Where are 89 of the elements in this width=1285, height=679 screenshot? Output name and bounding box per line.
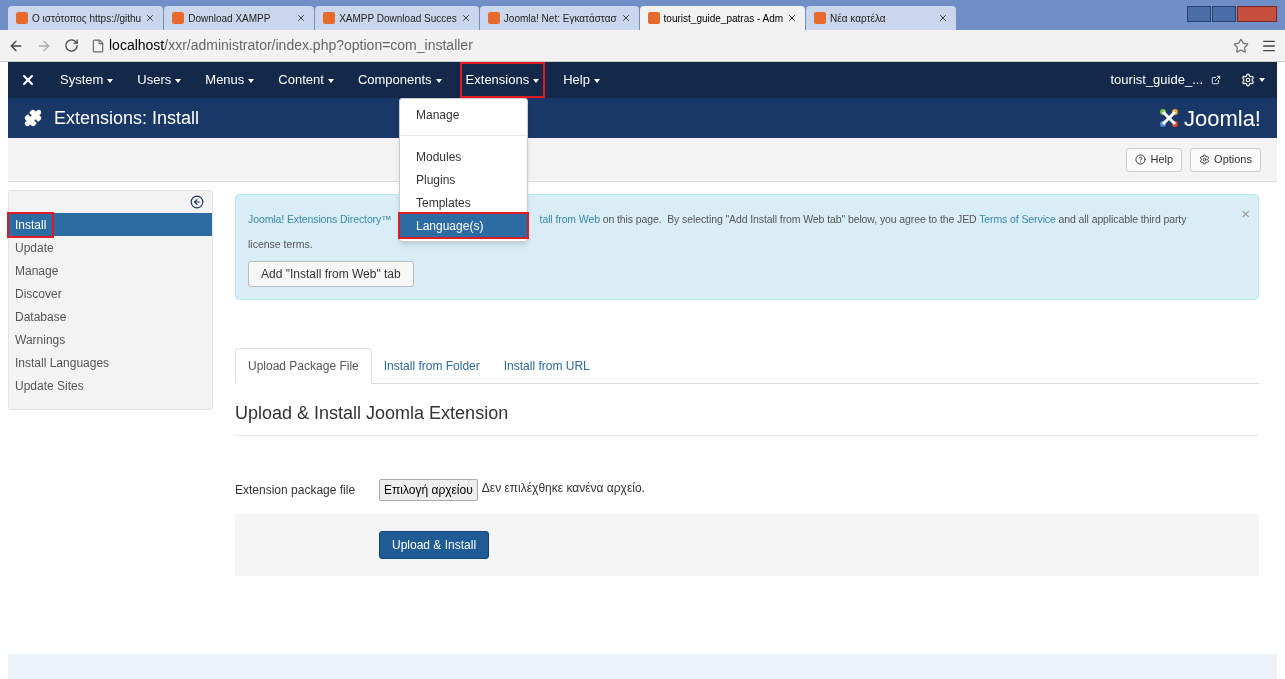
tab-title: Ο ιστότοπος https://githu	[32, 11, 142, 26]
choose-file-button[interactable]: Επιλογή αρχείου	[379, 479, 478, 501]
tab[interactable]: Install from Folder	[371, 348, 492, 384]
file-status: Δεν επιλέχθηκε κανένα αρχείο.	[481, 480, 645, 497]
browser-tab[interactable]: Joomla! Net: Εγκατάστασ	[479, 6, 639, 30]
menu-item[interactable]: Components	[353, 64, 446, 96]
close-icon[interactable]	[620, 13, 631, 23]
sidebar-label: Discover	[14, 285, 63, 303]
close-icon[interactable]	[787, 13, 798, 23]
caret-icon	[248, 78, 255, 83]
sidebar-item[interactable]: Install Languages	[9, 351, 212, 374]
sidebar-item[interactable]: Update	[9, 236, 212, 259]
gear-icon	[1199, 154, 1211, 165]
caret-icon	[533, 78, 540, 83]
sidebar-label: Manage	[14, 262, 60, 280]
tab[interactable]: Upload Package File	[235, 348, 372, 384]
terms-link[interactable]: Terms of Service	[979, 213, 1056, 225]
dropdown-item[interactable]: Modules	[400, 145, 527, 168]
collapse-icon[interactable]	[190, 195, 204, 209]
page-icon	[647, 12, 660, 24]
tab-title: tourist_guide_patras - Adm	[663, 11, 784, 26]
toolbar-button[interactable]: Options	[1190, 147, 1261, 172]
sidebar-label: Update	[14, 239, 55, 257]
close-icon[interactable]	[145, 13, 156, 23]
star-icon[interactable]	[1233, 37, 1249, 54]
dropdown-item[interactable]: Templates	[400, 191, 527, 214]
page-title: Extensions: Install	[54, 106, 200, 130]
page-icon	[814, 12, 827, 24]
caret-icon	[175, 78, 182, 83]
sidebar-item[interactable]: Update Sites	[9, 374, 212, 397]
menu-item[interactable]: Users	[133, 64, 186, 96]
external-link-icon	[1211, 75, 1221, 85]
menu-item[interactable]: Menus	[201, 64, 259, 96]
browser-tab[interactable]: XAMPP Download Succes	[315, 6, 479, 30]
caret-icon	[107, 78, 114, 83]
toolbar-button[interactable]: Help	[1126, 147, 1183, 172]
url-path: /xxr/administrator/index.php?option=com_installer	[164, 36, 473, 55]
browser-tab[interactable]: tourist_guide_patras - Adm	[639, 6, 806, 30]
close-icon[interactable]	[296, 13, 307, 23]
tab-title: XAMPP Download Succes	[339, 11, 457, 26]
field-label: Extension package file	[235, 482, 357, 499]
dropdown-item[interactable]: Language(s)	[400, 214, 527, 237]
joomla-logo-text: Joomla!	[1183, 104, 1261, 133]
caret-icon	[1259, 78, 1265, 82]
browser-tab[interactable]: Ο ιστότοπος https://githu	[8, 6, 164, 30]
sidebar-label: Warnings	[14, 331, 67, 349]
sidebar-item[interactable]: Warnings	[9, 328, 212, 351]
dropdown-item[interactable]: Manage	[400, 103, 527, 126]
page-icon	[91, 38, 105, 53]
sidebar-label: Install	[9, 213, 53, 236]
sidebar-label: Install Languages	[14, 354, 111, 372]
page-icon	[487, 12, 500, 24]
add-tab-button[interactable]: Add "Install from Web" tab	[248, 261, 414, 287]
caret-icon	[327, 78, 334, 83]
browser-tab[interactable]: Download XAMPP	[164, 6, 315, 30]
sidebar-item[interactable]: Install	[9, 213, 212, 236]
tab-title: Νέα καρτέλα	[830, 11, 887, 26]
reload-icon[interactable]	[64, 38, 79, 53]
joomla-logo-icon	[1157, 107, 1180, 129]
help-icon	[1135, 154, 1147, 165]
close-icon[interactable]	[460, 13, 471, 23]
sidebar-label: Database	[14, 308, 68, 326]
menu-item[interactable]: Content	[274, 64, 338, 96]
url-host: localhost	[109, 36, 165, 55]
tab[interactable]: Install from URL	[491, 348, 602, 384]
tab-title: Joomla! Net: Εγκατάστασ	[503, 11, 617, 26]
alert-text: license terms.	[248, 237, 313, 252]
site-link[interactable]: tourist_guide_...	[1110, 70, 1203, 90]
browser-tab[interactable]: Νέα καρτέλα	[806, 6, 957, 30]
menu-item[interactable]: Extensions	[461, 64, 544, 96]
sidebar-item[interactable]: Manage	[9, 259, 212, 282]
tab-title: Download XAMPP	[188, 11, 272, 26]
menu-item[interactable]: Help	[559, 64, 604, 96]
directory-text: Joomla! Extensions Directory™	[248, 212, 392, 227]
caret-icon	[435, 78, 442, 83]
sidebar-item[interactable]: Database	[9, 305, 212, 328]
page-icon	[16, 12, 28, 24]
sidebar-label: Update Sites	[14, 377, 85, 395]
section-heading: Upload & Install Joomla Extension	[235, 400, 1259, 436]
sidebar-item[interactable]: Discover	[9, 282, 212, 305]
page-icon	[172, 12, 185, 24]
dropdown-item[interactable]: Plugins	[400, 168, 527, 191]
gear-icon[interactable]	[1241, 73, 1255, 87]
page-icon	[323, 12, 336, 24]
alert-text: tall from Web on this page. By selecting "Add Install from Web tab" below, you agree to the JED Terms of Service and all applicable third party	[539, 212, 1187, 227]
close-icon[interactable]	[938, 13, 949, 23]
menu-item[interactable]: System	[56, 64, 118, 96]
caret-icon	[593, 78, 600, 83]
upload-install-button[interactable]: Upload & Install	[379, 531, 490, 559]
